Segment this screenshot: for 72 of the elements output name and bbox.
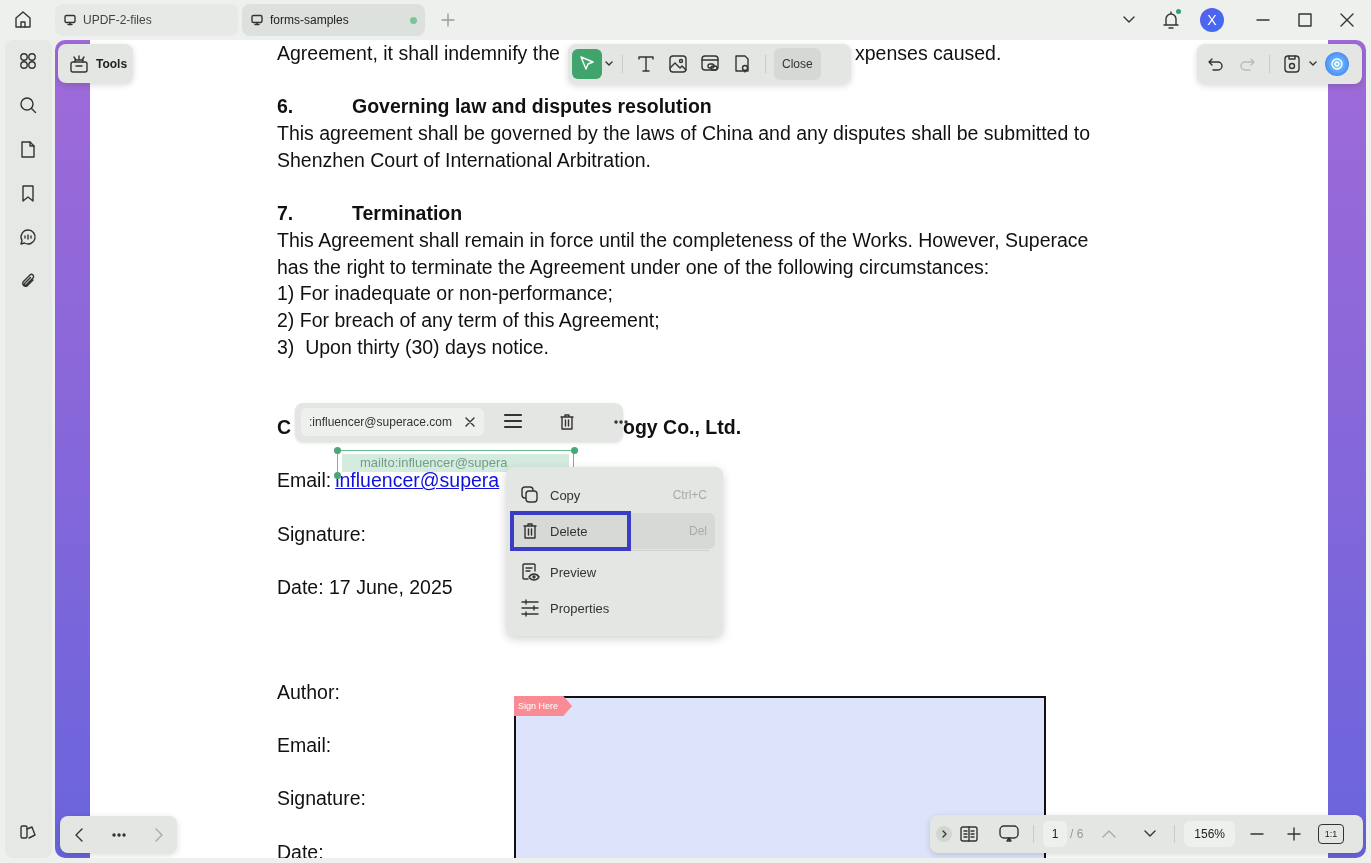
save-icon [1282, 54, 1302, 74]
url-field[interactable]: :influencer@superace.com [301, 408, 484, 436]
field-label: Author: [277, 680, 340, 703]
expand-button[interactable] [936, 826, 952, 842]
page-number-field[interactable]: 1 [1043, 821, 1067, 847]
close-icon [1339, 12, 1355, 28]
preview-icon [520, 562, 540, 582]
document-text: This Agreement shall remain in force until the completeness of the Works. However, Superace [277, 227, 1089, 253]
sliders-icon [520, 598, 540, 618]
clear-icon[interactable] [463, 416, 476, 428]
presentation-icon [998, 824, 1020, 844]
home-icon [12, 9, 34, 31]
resize-handle[interactable] [571, 447, 578, 454]
pin-document-icon [732, 54, 752, 74]
chevron-right-icon [940, 830, 948, 838]
search-icon [18, 96, 39, 116]
field-label: Email: [277, 469, 332, 492]
assistant-button[interactable] [1325, 52, 1349, 76]
company-name: C [277, 414, 292, 440]
list-item: 1) For inadequate or non-performance; [277, 281, 614, 307]
tab[interactable]: forms-samples [242, 4, 425, 36]
clause-heading: Termination [352, 201, 464, 227]
zoom-field[interactable]: 156% [1184, 821, 1236, 847]
document-text: xpenses caused. [855, 41, 1002, 66]
monitor-icon [63, 13, 77, 27]
chat-icon [18, 228, 39, 248]
grid-icon [18, 52, 39, 72]
actual-size-button[interactable]: 1:1 [1318, 824, 1345, 844]
document-text: has the right to terminate the Agreement under one of the following circumstances: [277, 254, 990, 280]
copy-icon [520, 485, 540, 505]
minus-icon [1250, 833, 1265, 835]
trash-icon [520, 521, 540, 541]
list-item: 3) Upon thirty (30) days notice. [277, 334, 550, 360]
menu-item[interactable]: Copy Ctrl+C [514, 477, 715, 513]
close-button[interactable]: Close [774, 48, 821, 80]
tab[interactable]: UPDF-2-files [55, 4, 238, 36]
shortcut-hint: Ctrl+C [672, 488, 707, 502]
document-text: Shenzhen Court of International Arbitration. [277, 147, 651, 173]
maximize-icon [1297, 12, 1313, 28]
list-item: 2) For breach of any term of this Agreement; [277, 308, 660, 333]
text-icon [636, 54, 656, 74]
menu-item[interactable]: Properties [514, 590, 715, 626]
sign-here-tag: Sign Here [514, 696, 573, 716]
account-avatar[interactable]: X [1200, 8, 1224, 32]
field-label: Email: [277, 734, 332, 757]
book-icon [959, 824, 981, 844]
more-icon [111, 832, 126, 837]
plus-icon [1286, 826, 1303, 842]
field-label: Signature: [277, 787, 366, 810]
company-name: ogy Co., Ltd. [623, 414, 742, 440]
clause-number: 7. [277, 201, 295, 227]
field-label: Signature: [277, 522, 366, 545]
assistant-icon [1329, 56, 1345, 72]
document-text: This agreement shall be governed by the laws of China and any disputes shall be submitted to [277, 121, 1090, 147]
resize-handle[interactable] [334, 472, 341, 479]
resize-handle[interactable] [334, 447, 341, 454]
clause-number: 6. [277, 94, 295, 120]
link-url-text: mailto:influencer@supera [342, 454, 569, 472]
minimize-icon [1256, 19, 1270, 21]
plus-icon [440, 12, 456, 28]
clause-heading: Governing law and disputes resolution [352, 94, 713, 120]
tools-button[interactable]: Tools [58, 44, 133, 83]
toolbox-icon [68, 53, 90, 74]
field-label: Date: 17 June, 2025 [277, 575, 453, 598]
document-text: Agreement, it shall indemnify the [277, 41, 560, 66]
monitor-icon [250, 13, 264, 27]
bell-icon [1161, 10, 1181, 30]
menu-item[interactable]: Preview [514, 554, 715, 590]
page-count: / 6 [1070, 827, 1084, 841]
link-icon [700, 54, 720, 74]
image-icon [668, 54, 688, 74]
more-icon [613, 420, 628, 424]
